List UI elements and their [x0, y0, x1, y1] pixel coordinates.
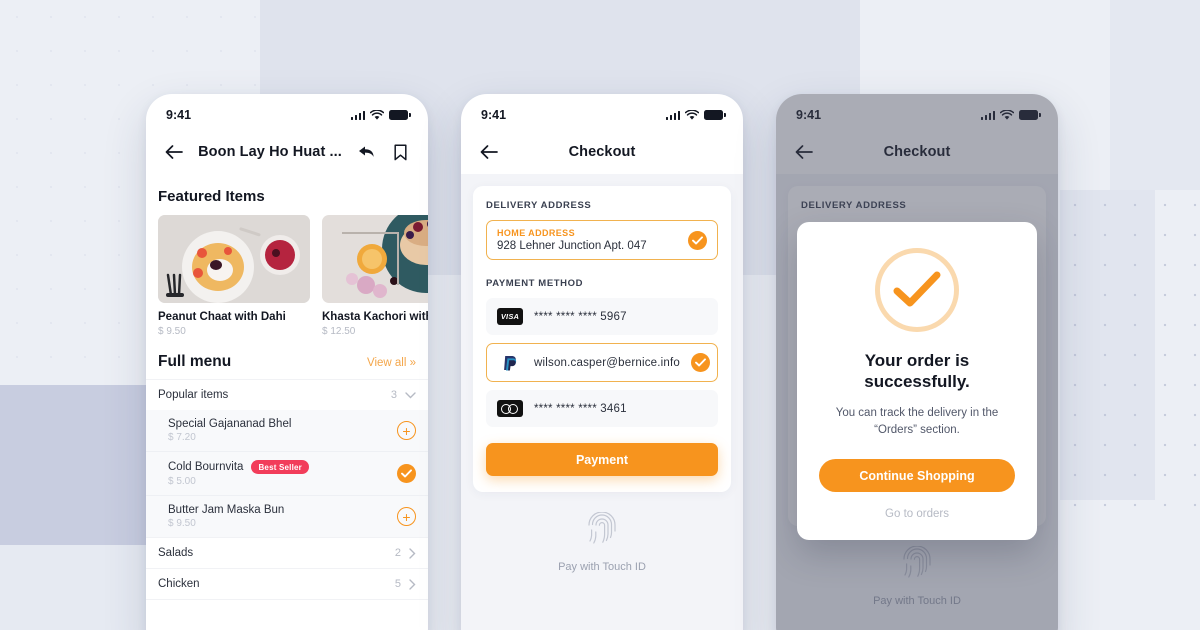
list-item[interactable]: Butter Jam Maska Bun $ 9.50 + — [146, 496, 428, 537]
status-bar: 9:41 — [461, 94, 743, 130]
check-circle-icon — [688, 230, 707, 250]
item-name: Special Gajananad Bhel — [168, 418, 292, 430]
item-name: Cold Bournvita — [168, 461, 244, 473]
payment-option-text: **** **** **** 5967 — [534, 310, 627, 323]
category-row-partial[interactable] — [146, 599, 428, 618]
address-value: 928 Lehner Junction Apt. 047 — [497, 240, 647, 252]
back-arrow-icon[interactable] — [162, 140, 186, 164]
add-item-icon[interactable]: + — [397, 507, 416, 526]
featured-item-name: Khasta Kachori with — [322, 311, 428, 323]
featured-item-price: $ 12.50 — [322, 326, 356, 337]
featured-item-price: $ 9.50 — [158, 326, 186, 337]
touch-id-section[interactable]: Pay with Touch ID — [473, 492, 731, 573]
category-row-chicken[interactable]: Chicken 5 — [146, 568, 428, 599]
modal-body-text: You can track the delivery in the “Order… — [835, 406, 999, 436]
add-item-icon[interactable]: + — [397, 421, 416, 440]
item-price: $ 7.20 — [168, 432, 196, 443]
checkout-content: DELIVERY ADDRESS HOME ADDRESS 928 Lehner… — [461, 174, 743, 630]
food-photo-chaat — [158, 215, 310, 303]
item-name: Butter Jam Maska Bun — [168, 504, 285, 516]
full-menu-header: Full menu View all » — [146, 337, 428, 379]
popular-items-header[interactable]: Popular items 3 — [146, 379, 428, 410]
status-time: 9:41 — [481, 108, 507, 122]
phone-checkout-screen: 9:41 Checkout DELIVERY ADDRESS HOME ADDR… — [461, 94, 743, 630]
modal-heading: Your order is successfully. — [864, 351, 970, 392]
category-label: Salads — [158, 547, 194, 559]
paypal-icon — [497, 354, 523, 371]
view-all-link[interactable]: View all » — [367, 357, 416, 369]
fingerprint-icon — [588, 511, 616, 544]
item-price: $ 5.00 — [168, 476, 196, 487]
chevron-down-icon — [405, 391, 416, 398]
check-mark-icon — [875, 248, 959, 332]
touch-id-label: Pay with Touch ID — [558, 561, 646, 573]
list-item[interactable]: Special Gajananad Bhel $ 7.20 + — [146, 410, 428, 452]
list-item[interactable]: Cold Bournvita Best Seller $ 5.00 — [146, 452, 428, 496]
menu-content: Featured Items Peanut Chaat with Dahi $ … — [146, 174, 428, 630]
featured-card[interactable]: Peanut Chaat with Dahi $ 9.50 — [158, 215, 310, 337]
chevron-right-icon — [409, 578, 416, 590]
wifi-icon — [685, 109, 699, 120]
category-count: 5 — [394, 578, 401, 590]
category-row-salads[interactable]: Salads 2 — [146, 537, 428, 568]
food-photo-kachori — [322, 215, 428, 303]
full-menu-heading: Full menu — [158, 353, 232, 370]
payment-button[interactable]: Payment — [486, 443, 718, 476]
checkout-card: DELIVERY ADDRESS HOME ADDRESS 928 Lehner… — [473, 186, 731, 492]
chevron-right-icon — [409, 547, 416, 559]
popular-items-label: Popular items — [158, 389, 229, 401]
payment-option-text: wilson.casper@bernice.info — [534, 356, 680, 369]
item-selected-icon[interactable] — [397, 464, 416, 483]
cellular-signal-icon — [665, 110, 680, 120]
popular-items-list: Special Gajananad Bhel $ 7.20 + Cold Bou… — [146, 410, 428, 537]
dot-grid-right — [1060, 190, 1200, 520]
featured-items-heading: Featured Items — [158, 188, 265, 205]
payment-option-visa[interactable]: VISA **** **** **** 5967 — [486, 298, 718, 335]
battery-icon — [389, 110, 411, 120]
status-bar: 9:41 — [146, 94, 428, 130]
navigation-bar: Checkout — [461, 130, 743, 174]
navigation-bar: Boon Lay Ho Huat ... — [146, 130, 428, 174]
address-type: HOME ADDRESS — [497, 228, 575, 238]
reply-arrow-icon[interactable] — [354, 140, 378, 164]
battery-icon — [704, 110, 726, 120]
featured-items-carousel[interactable]: Peanut Chaat with Dahi $ 9.50 Khasta Kac… — [146, 215, 428, 337]
payment-option-paypal[interactable]: wilson.casper@bernice.info — [486, 343, 718, 382]
mastercard-icon — [497, 400, 523, 417]
order-success-modal: Your order is successfully. You can trac… — [797, 222, 1037, 540]
bookmark-icon[interactable] — [388, 140, 412, 164]
category-count: 2 — [394, 547, 401, 559]
back-arrow-icon[interactable] — [477, 140, 501, 164]
continue-shopping-button[interactable]: Continue Shopping — [819, 459, 1015, 492]
category-label: Chicken — [158, 578, 200, 590]
bg-block-right-top — [1110, 0, 1200, 190]
payment-option-text: **** **** **** 3461 — [534, 402, 627, 415]
phone-order-success-screen: 9:41 Checkout DELIVERY ADDRESS Pay with … — [776, 94, 1058, 630]
payment-option-mastercard[interactable]: **** **** **** 3461 — [486, 390, 718, 427]
wifi-icon — [370, 109, 384, 120]
popular-items-count: 3 — [390, 389, 397, 401]
status-time: 9:41 — [166, 108, 192, 122]
status-badge: Best Seller — [251, 460, 309, 474]
go-to-orders-link[interactable]: Go to orders — [819, 508, 1015, 520]
page-title: Checkout — [568, 144, 636, 160]
check-circle-icon — [691, 353, 710, 372]
payment-method-label: PAYMENT METHOD — [486, 278, 584, 289]
page-title: Boon Lay Ho Huat ... — [198, 144, 342, 160]
delivery-address-option[interactable]: HOME ADDRESS 928 Lehner Junction Apt. 04… — [486, 220, 718, 260]
item-price: $ 9.50 — [168, 518, 196, 529]
featured-card[interactable]: Khasta Kachori with $ 12.50 — [322, 215, 428, 337]
featured-item-name: Peanut Chaat with Dahi — [158, 311, 286, 323]
delivery-address-label: DELIVERY ADDRESS — [486, 200, 592, 211]
phone-menu-screen: 9:41 Boon Lay Ho Huat ... Featured Items — [146, 94, 428, 630]
visa-card-icon: VISA — [497, 308, 523, 325]
cellular-signal-icon — [350, 110, 365, 120]
